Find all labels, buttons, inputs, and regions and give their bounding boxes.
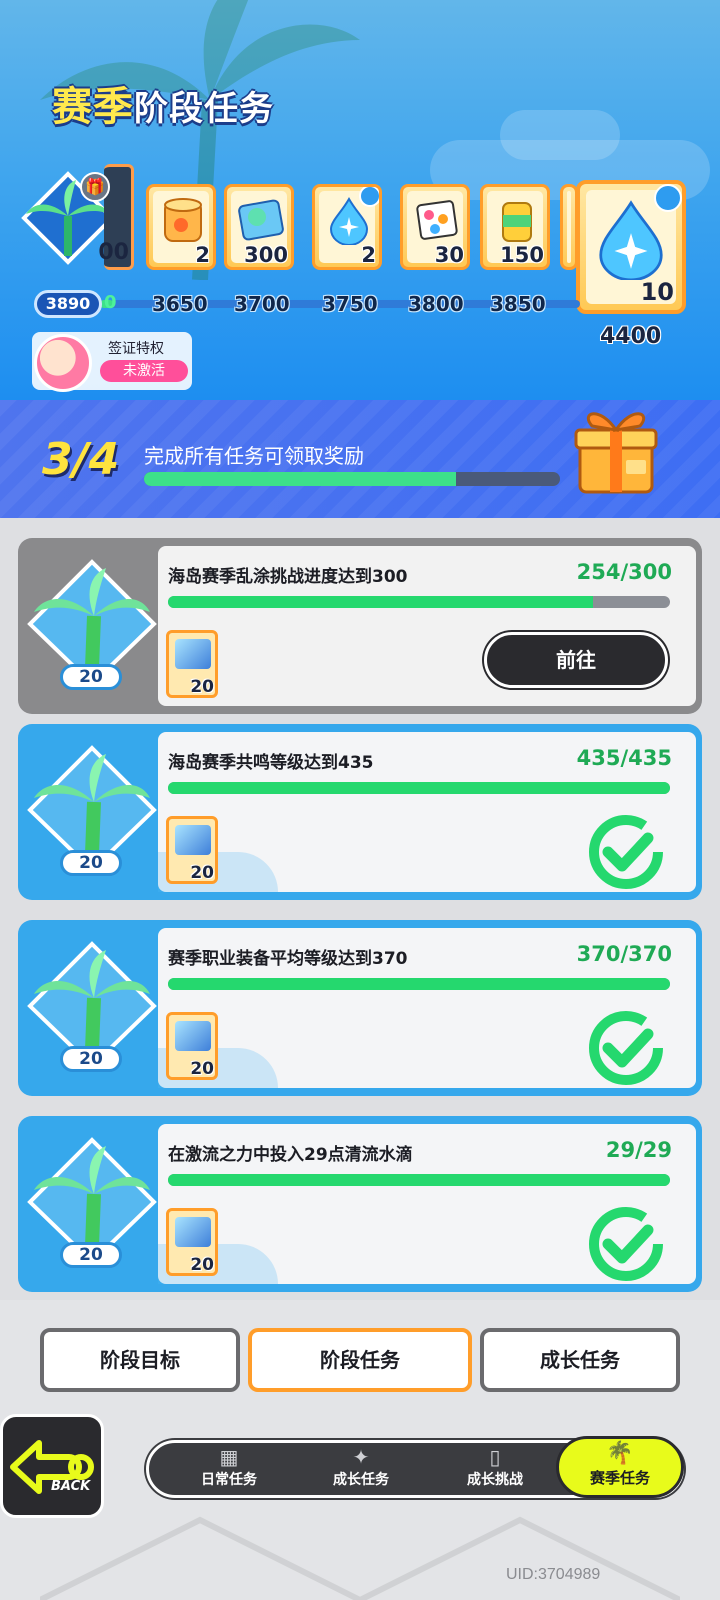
task-progress-text: 435/435 — [576, 746, 672, 770]
gift-icon[interactable]: 🎁 — [80, 172, 110, 202]
check-icon — [589, 1207, 663, 1281]
visa-label: 签证特权 — [108, 341, 164, 357]
task-list[interactable]: 20 海岛赛季乱涂挑战进度达到300 254/300 20 前往 20 海岛赛季… — [0, 518, 720, 1300]
reward-card[interactable]: 2 — [146, 184, 216, 270]
check-icon — [589, 1011, 663, 1085]
level-badge: 20 — [60, 850, 122, 876]
sparkle-icon: ✦ — [352, 1445, 370, 1469]
task-card: 20 在激流之力中投入29点清流水滴 29/29 20 — [18, 1116, 702, 1292]
cloud-decor — [500, 110, 620, 160]
milestone-label: 3850 — [490, 292, 546, 316]
visa-status-badge: 未激活 — [100, 360, 188, 382]
task-name: 海岛赛季乱涂挑战进度达到300 — [168, 567, 408, 587]
nav-daily-tasks[interactable]: ▦ 日常任务 — [169, 1445, 289, 1495]
water-drop-icon — [599, 200, 663, 280]
task-reward-item[interactable]: 20 — [166, 1208, 218, 1276]
milestone-start: 0 — [104, 292, 117, 313]
level-badge: 20 — [60, 664, 122, 690]
palm-tree-icon: 🌴 — [606, 1441, 634, 1466]
nav-growth-tasks[interactable]: ✦ 成长任务 — [301, 1445, 421, 1495]
task-progress-bar — [168, 596, 670, 608]
task-name: 在激流之力中投入29点清流水滴 — [168, 1145, 413, 1165]
task-progress-bar — [168, 1174, 670, 1186]
fish-card-icon — [175, 639, 211, 669]
milestone-label: 3700 — [234, 292, 290, 316]
tab-growth-tasks[interactable]: 成长任务 — [480, 1328, 680, 1392]
level-badge: 20 — [60, 1242, 122, 1268]
fish-card-icon — [238, 199, 284, 241]
task-progress-text: 254/300 — [576, 560, 672, 584]
reward-card[interactable]: 150 — [480, 184, 550, 270]
task-card: 20 海岛赛季乱涂挑战进度达到300 254/300 20 前往 — [18, 538, 702, 714]
season-badge-icon — [359, 187, 379, 207]
user-id: UID:3704989 — [506, 1566, 601, 1583]
door-icon: ▯ — [489, 1445, 501, 1469]
task-progress-text: 29/29 — [605, 1138, 672, 1162]
page-title: 赛季阶段任务 — [52, 84, 274, 130]
sticker-pack-icon — [416, 200, 458, 240]
check-icon — [589, 815, 663, 889]
task-reward-item[interactable]: 20 — [166, 816, 218, 884]
avatar — [34, 334, 92, 392]
task-name: 海岛赛季共鸣等级达到435 — [168, 753, 374, 773]
season-header: 赛季阶段任务 00 🎁 2 300 2 30 150 10 4400 3890 … — [0, 0, 720, 400]
tab-stage-tasks[interactable]: 阶段任务 — [248, 1328, 472, 1392]
goto-button[interactable]: 前往 — [484, 632, 668, 688]
completion-text: 完成所有任务可领取奖励 — [144, 444, 364, 468]
milestone-value: 4400 — [600, 324, 662, 349]
level-badge: 20 — [60, 1046, 122, 1072]
nav-season-tasks[interactable]: 🌴 赛季任务 — [556, 1436, 684, 1498]
task-progress-bar — [168, 978, 670, 990]
gift-box-icon[interactable] — [570, 402, 662, 498]
drink-can-icon — [502, 202, 532, 242]
canned-food-icon — [164, 198, 202, 242]
milestone-reward-card[interactable]: 10 — [576, 180, 686, 314]
reward-card[interactable]: 30 — [400, 184, 470, 270]
fish-card-icon — [175, 1217, 211, 1247]
task-reward-item[interactable]: 20 — [166, 630, 218, 698]
completion-count: 3/4 — [42, 434, 120, 485]
fish-card-icon — [175, 825, 211, 855]
nav-growth-challenge[interactable]: ▯ 成长挑战 — [435, 1445, 555, 1495]
task-name: 赛季职业装备平均等级达到370 — [168, 949, 408, 969]
background-pattern — [40, 1516, 680, 1600]
milestone-label: 3650 — [152, 292, 208, 316]
milestone-label: 3750 — [322, 292, 378, 316]
visa-privilege[interactable]: 签证特权 未激活 — [32, 332, 192, 392]
reward-card[interactable]: 2 — [312, 184, 382, 270]
milestone-label: 3800 — [408, 292, 464, 316]
task-reward-item[interactable]: 20 — [166, 1012, 218, 1080]
task-progress-text: 370/370 — [576, 942, 672, 966]
fish-card-icon — [175, 1021, 211, 1051]
task-progress-bar — [168, 782, 670, 794]
tab-stage-goals[interactable]: 阶段目标 — [40, 1328, 240, 1392]
current-score: 3890 — [34, 290, 102, 318]
task-card: 20 海岛赛季共鸣等级达到435 435/435 20 — [18, 724, 702, 900]
reward-card[interactable]: 300 — [224, 184, 294, 270]
back-button[interactable]: BACK — [0, 1414, 104, 1518]
calendar-icon: ▦ — [219, 1445, 239, 1469]
task-card: 20 赛季职业装备平均等级达到370 370/370 20 — [18, 920, 702, 1096]
completion-progress-bar — [144, 472, 560, 486]
season-badge-icon — [654, 184, 682, 212]
